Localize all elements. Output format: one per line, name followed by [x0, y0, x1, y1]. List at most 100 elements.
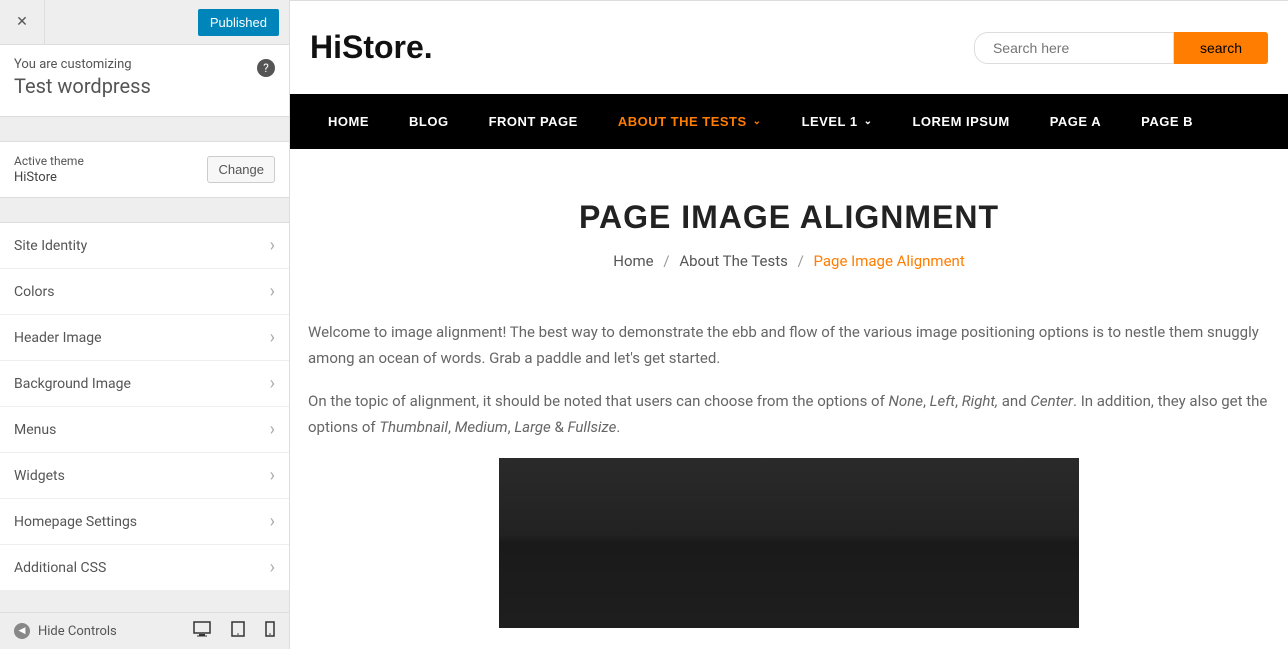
- section-label: Site Identity: [14, 238, 87, 254]
- chevron-right-icon: ›: [270, 281, 275, 302]
- nav-lorem-ipsum[interactable]: LOREM IPSUM: [892, 94, 1029, 149]
- active-theme-label: Active theme: [14, 154, 84, 168]
- breadcrumb-separator: /: [798, 252, 804, 270]
- chevron-right-icon: ›: [270, 465, 275, 486]
- section-menus[interactable]: Menus ›: [0, 407, 289, 453]
- text: ,: [923, 392, 930, 410]
- chevron-right-icon: ›: [270, 511, 275, 532]
- text: ,: [955, 392, 962, 410]
- em-text: None: [889, 392, 923, 410]
- customizing-label: You are customizing: [14, 57, 275, 72]
- breadcrumb-home[interactable]: Home: [613, 252, 653, 270]
- em-text: Fullsize: [568, 418, 617, 436]
- section-header-image[interactable]: Header Image ›: [0, 315, 289, 361]
- nav-home[interactable]: HOME: [308, 94, 389, 149]
- customizing-header: You are customizing Test wordpress ?: [0, 45, 289, 117]
- tablet-preview-icon[interactable]: [231, 621, 245, 641]
- mobile-preview-icon[interactable]: [265, 621, 275, 641]
- nav-label: BLOG: [409, 114, 449, 129]
- chevron-right-icon: ›: [270, 327, 275, 348]
- page-hero: PAGE IMAGE ALIGNMENT Home / About The Te…: [290, 149, 1288, 300]
- section-colors[interactable]: Colors ›: [0, 269, 289, 315]
- section-homepage-settings[interactable]: Homepage Settings ›: [0, 499, 289, 545]
- nav-level-1[interactable]: LEVEL 1 ⌄: [782, 94, 893, 149]
- page-title: PAGE IMAGE ALIGNMENT: [310, 199, 1268, 236]
- active-theme-box: Active theme HiStore Change: [0, 141, 289, 198]
- content-image: [499, 458, 1079, 628]
- chevron-right-icon: ›: [270, 235, 275, 256]
- customizer-sections: Site Identity › Colors › Header Image › …: [0, 222, 289, 591]
- chevron-right-icon: ›: [270, 557, 275, 578]
- nav-label: ABOUT THE TESTS: [618, 114, 747, 129]
- text: &: [551, 418, 568, 436]
- spacer: [0, 117, 289, 141]
- chevron-right-icon: ›: [270, 419, 275, 440]
- em-text: Right,: [962, 392, 998, 410]
- section-label: Background Image: [14, 376, 131, 392]
- publish-button[interactable]: Published: [198, 9, 279, 36]
- section-additional-css[interactable]: Additional CSS ›: [0, 545, 289, 591]
- collapse-icon: ◀: [14, 623, 30, 639]
- text: .: [616, 418, 620, 436]
- site-header: HiStore. search: [290, 1, 1288, 94]
- site-preview: HiStore. search HOME BLOG FRONT PAGE ABO…: [290, 0, 1288, 649]
- nav-label: HOME: [328, 114, 369, 129]
- nav-label: LEVEL 1: [802, 114, 858, 129]
- nav-label: PAGE A: [1050, 114, 1101, 129]
- nav-page-a[interactable]: PAGE A: [1030, 94, 1121, 149]
- breadcrumb-parent[interactable]: About The Tests: [679, 252, 788, 270]
- section-label: Menus: [14, 422, 56, 438]
- breadcrumb-current: Page Image Alignment: [814, 252, 965, 270]
- site-title: Test wordpress: [14, 74, 275, 98]
- brand-dot: .: [424, 29, 433, 65]
- section-background-image[interactable]: Background Image ›: [0, 361, 289, 407]
- chevron-down-icon: ⌄: [753, 116, 762, 127]
- main-nav: HOME BLOG FRONT PAGE ABOUT THE TESTS ⌄ LE…: [290, 94, 1288, 149]
- site-logo[interactable]: HiStore.: [310, 29, 433, 66]
- em-text: Thumbnail: [379, 418, 448, 436]
- close-customizer-button[interactable]: ✕: [0, 0, 45, 45]
- desktop-preview-icon[interactable]: [193, 621, 211, 641]
- nav-label: PAGE B: [1141, 114, 1193, 129]
- section-site-identity[interactable]: Site Identity ›: [0, 223, 289, 269]
- section-label: Homepage Settings: [14, 514, 137, 530]
- hide-controls-button[interactable]: ◀ Hide Controls: [14, 623, 117, 639]
- search-input[interactable]: [974, 32, 1174, 64]
- sidebar-top-bar: ✕ Published: [0, 0, 289, 45]
- content-paragraph: Welcome to image alignment! The best way…: [308, 320, 1270, 371]
- search-form: search: [974, 32, 1268, 64]
- help-icon[interactable]: ?: [257, 59, 275, 77]
- em-text: Center: [1030, 392, 1073, 410]
- section-widgets[interactable]: Widgets ›: [0, 453, 289, 499]
- em-text: Left: [930, 392, 955, 410]
- nav-label: FRONT PAGE: [489, 114, 578, 129]
- text: and: [998, 392, 1030, 410]
- close-icon: ✕: [16, 14, 28, 30]
- brand-text: HiStore: [310, 29, 424, 65]
- text: ,: [448, 418, 455, 436]
- em-text: Medium: [455, 418, 508, 436]
- search-button[interactable]: search: [1174, 32, 1268, 64]
- breadcrumb-separator: /: [663, 252, 669, 270]
- sidebar-footer: ◀ Hide Controls: [0, 612, 289, 649]
- nav-about-the-tests[interactable]: ABOUT THE TESTS ⌄: [598, 94, 782, 149]
- nav-blog[interactable]: BLOG: [389, 94, 469, 149]
- hide-controls-label: Hide Controls: [38, 624, 117, 639]
- change-theme-button[interactable]: Change: [207, 156, 275, 183]
- nav-page-b[interactable]: PAGE B: [1121, 94, 1213, 149]
- breadcrumb: Home / About The Tests / Page Image Alig…: [310, 252, 1268, 270]
- theme-name: HiStore: [14, 170, 84, 185]
- chevron-right-icon: ›: [270, 373, 275, 394]
- nav-front-page[interactable]: FRONT PAGE: [469, 94, 598, 149]
- section-label: Colors: [14, 284, 54, 300]
- section-label: Additional CSS: [14, 560, 106, 576]
- content-paragraph: On the topic of alignment, it should be …: [308, 389, 1270, 440]
- page-content: Welcome to image alignment! The best way…: [290, 300, 1288, 648]
- section-label: Header Image: [14, 330, 102, 346]
- chevron-down-icon: ⌄: [864, 116, 873, 127]
- em-text: Large: [514, 418, 550, 436]
- text: On the topic of alignment, it should be …: [308, 392, 889, 410]
- section-label: Widgets: [14, 468, 65, 484]
- device-preview-toggles: [193, 621, 275, 641]
- nav-label: LOREM IPSUM: [912, 114, 1009, 129]
